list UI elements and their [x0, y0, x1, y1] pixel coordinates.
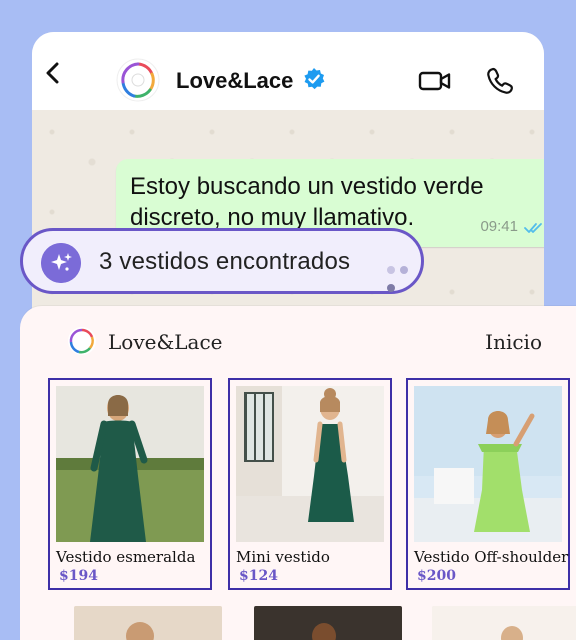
product-card[interactable]: Vestido esmeralda $194 [48, 378, 212, 590]
video-call-icon[interactable] [418, 70, 452, 92]
product-card[interactable]: Mini vestido $124 [228, 378, 392, 590]
product-name: Vestido Off-shoulder [414, 548, 569, 566]
product-card-partial[interactable] [254, 606, 402, 640]
product-name: Mini vestido [236, 548, 330, 566]
product-image [236, 386, 384, 542]
product-image [56, 386, 204, 542]
brand-logo-icon [116, 58, 160, 102]
product-price: $124 [239, 568, 278, 584]
chat-header: Love&Lace [32, 32, 544, 110]
nav-home-link[interactable]: Inicio [485, 330, 542, 354]
double-check-icon [524, 223, 542, 233]
product-image [414, 386, 562, 542]
message-time: 09:41 [480, 218, 518, 235]
verified-badge-icon [304, 68, 325, 90]
product-name: Vestido esmeralda [56, 548, 196, 566]
product-price: $194 [59, 568, 98, 584]
shop-brand-name[interactable]: Love&Lace [108, 330, 223, 354]
message-text: Estoy buscando un vestido verde discreto… [130, 173, 484, 231]
back-chevron-icon[interactable] [42, 62, 64, 84]
product-price: $200 [417, 568, 456, 584]
shop-panel: Love&Lace Inicio Vestido esmeralda $194 [20, 306, 576, 640]
app-frame: Love&Lace Estoy buscando un vestido verd… [0, 0, 576, 640]
loading-dots-icon [387, 261, 421, 297]
product-card-partial[interactable] [74, 606, 222, 640]
results-status-pill[interactable]: 3 vestidos encontrados [20, 228, 424, 294]
product-card[interactable]: Vestido Off-shoulder $200 [406, 378, 570, 590]
phone-call-icon[interactable] [485, 66, 515, 96]
product-card-partial[interactable] [432, 606, 576, 640]
sparkles-icon [41, 243, 81, 283]
chat-contact-name[interactable]: Love&Lace [176, 68, 293, 94]
results-count-label: 3 vestidos encontrados [99, 248, 351, 275]
shop-logo-icon [68, 327, 96, 355]
